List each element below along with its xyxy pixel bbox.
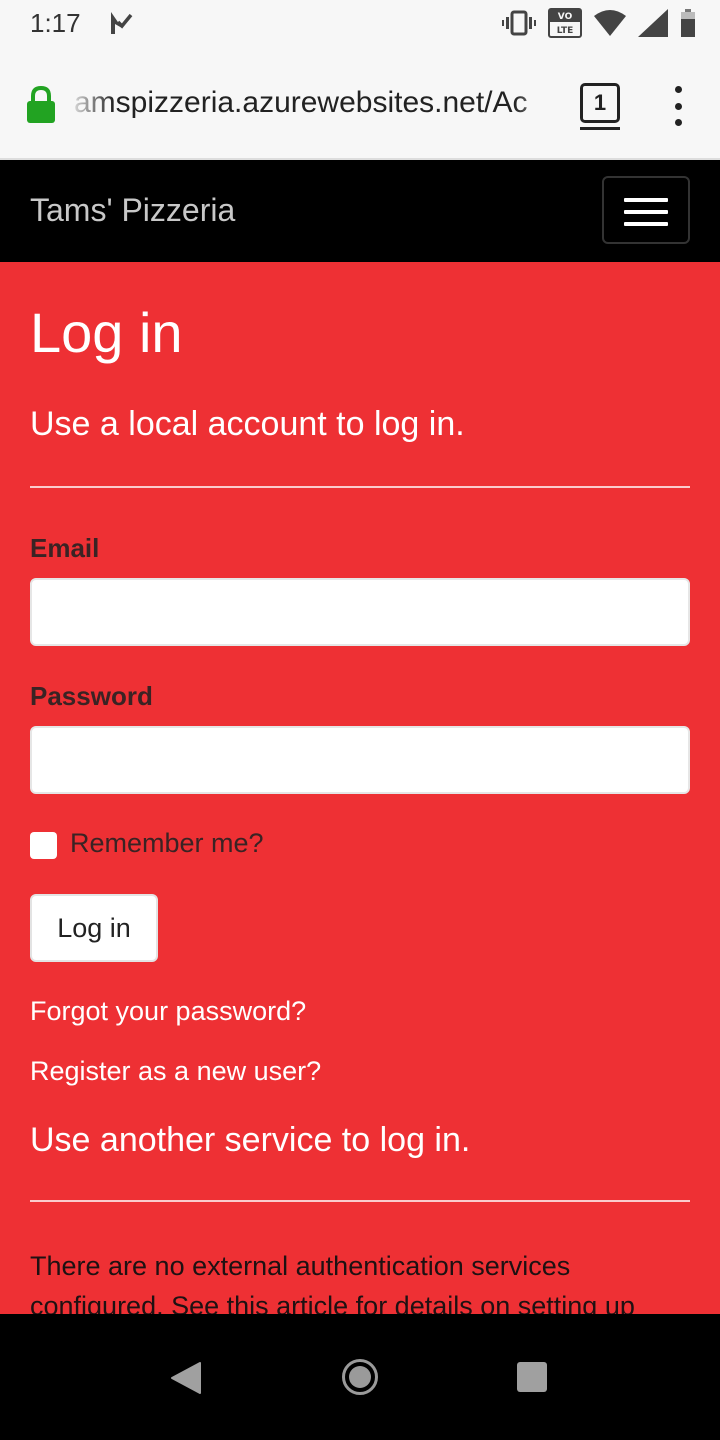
site-navbar: Tams' Pizzeria [0,162,720,262]
external-login-heading: Use another service to log in. [30,1121,471,1159]
status-time: 1:17 [30,8,81,38]
password-label: Password [30,681,153,711]
hamburger-icon [624,198,668,202]
url-field[interactable]: amspizzeria.azurewebsites.net/Ac [74,86,560,126]
password-field[interactable] [30,726,690,794]
hamburger-menu-button[interactable] [602,176,690,244]
divider [30,486,690,488]
local-account-heading: Use a local account to log in. [30,405,465,443]
forgot-password-link[interactable]: Forgot your password? [30,996,306,1027]
divider [30,1200,690,1202]
tab-switcher-underline [580,127,620,130]
email-field[interactable] [30,578,690,646]
register-link[interactable]: Register as a new user? [30,1056,321,1087]
back-icon[interactable] [170,1361,202,1399]
home-icon[interactable] [342,1359,378,1395]
volte-badge-top: VO [558,12,573,22]
page-title: Log in [30,301,183,364]
volte-badge-bottom: LTE [557,26,574,36]
notification-check-icon [108,10,134,40]
system-navigation-bar [0,1314,720,1440]
remember-me-checkbox[interactable] [30,832,57,859]
wifi-icon [594,10,626,40]
overflow-menu-icon[interactable] [668,86,688,126]
battery-icon [680,9,696,41]
brand-link[interactable]: Tams' Pizzeria [30,192,235,229]
browser-toolbar: amspizzeria.azurewebsites.net/Ac 1 [0,50,720,160]
vibrate-icon [502,10,536,40]
recents-icon[interactable] [517,1362,547,1392]
hamburger-icon-bar [624,222,668,226]
status-bar: 1:17 VO LTE [0,0,720,50]
email-label: Email [30,533,100,563]
volte-icon: VO LTE [548,8,582,42]
external-auth-message: There are no external authentication ser… [30,1251,635,1314]
tab-switcher-button[interactable]: 1 [580,83,620,123]
remember-me-label[interactable]: Remember me? [70,828,264,859]
login-button[interactable]: Log in [30,894,158,962]
cell-signal-icon [638,9,668,41]
lock-icon[interactable] [26,85,56,128]
login-page: Log in Use a local account to log in. Em… [0,262,720,1314]
hamburger-icon-bar [624,210,668,214]
